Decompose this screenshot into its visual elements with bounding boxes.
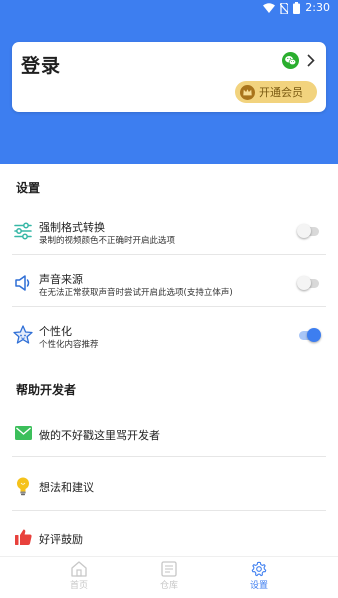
help-feedback-complaint-title: 做的不好戳这里骂开发者: [39, 429, 160, 442]
nav-settings[interactable]: 设置: [229, 561, 289, 591]
divider: [12, 254, 326, 255]
star-face-icon: [13, 325, 33, 344]
setting-personalization-subtitle: 个性化内容推荐: [39, 340, 99, 350]
setting-force-format-subtitle: 录制的视频颜色不正确时开启此选项: [39, 236, 176, 246]
battery-icon: [293, 2, 301, 14]
setting-force-format[interactable]: 强制格式转换 录制的视频颜色不正确时开启此选项: [0, 212, 338, 254]
divider: [12, 510, 326, 511]
sound-source-toggle[interactable]: [297, 276, 321, 290]
force-format-toggle[interactable]: [297, 224, 321, 238]
vip-button[interactable]: 开通会员: [235, 81, 317, 103]
setting-force-format-title: 强制格式转换: [39, 221, 105, 234]
bottom-nav: 首页 仓库 设置: [0, 556, 338, 598]
setting-sound-source-subtitle: 在无法正常获取声音时尝试开启此选项(支持立体声): [39, 288, 233, 298]
help-good-review[interactable]: 好评鼓励: [0, 524, 338, 554]
login-card[interactable]: 登录 开通会员: [12, 42, 326, 112]
setting-sound-source-title: 声音来源: [39, 273, 83, 286]
setting-personalization-title: 个性化: [39, 325, 72, 338]
no-sim-icon: [280, 2, 289, 14]
divider: [12, 456, 326, 457]
mail-icon: [15, 426, 32, 440]
nav-settings-label: 设置: [249, 581, 268, 591]
wifi-icon: [263, 3, 276, 13]
status-time: 2:30: [305, 1, 330, 14]
nav-warehouse-label: 仓库: [159, 581, 178, 591]
setting-sound-source[interactable]: 声音来源 在无法正常获取声音时尝试开启此选项(支持立体声): [0, 264, 338, 306]
home-icon: [71, 561, 87, 577]
help-suggestions[interactable]: 想法和建议: [0, 470, 338, 504]
status-bar: 2:30: [0, 0, 338, 16]
lightbulb-icon: [17, 477, 29, 496]
divider: [12, 306, 326, 307]
thumbs-up-icon: [15, 529, 32, 545]
vip-crown-icon: [240, 84, 255, 100]
vip-label: 开通会员: [259, 86, 303, 99]
chevron-right-icon[interactable]: [306, 54, 315, 67]
gear-icon: [251, 561, 267, 577]
wechat-icon[interactable]: [282, 52, 299, 69]
sliders-icon: [14, 222, 32, 240]
setting-personalization[interactable]: 个性化 个性化内容推荐: [0, 316, 338, 358]
settings-section-title: 设置: [16, 181, 41, 195]
help-feedback-complaint[interactable]: 做的不好戳这里骂开发者: [0, 418, 338, 452]
nav-home-label: 首页: [69, 581, 88, 591]
status-icons: 2:30: [263, 1, 330, 15]
help-section-title: 帮助开发者: [16, 383, 77, 397]
help-good-review-title: 好评鼓励: [39, 533, 83, 546]
nav-home[interactable]: 首页: [49, 561, 109, 591]
login-title[interactable]: 登录: [21, 51, 61, 78]
file-box-icon: [161, 561, 177, 577]
help-suggestions-title: 想法和建议: [39, 481, 94, 494]
speaker-icon: [15, 275, 30, 291]
nav-warehouse[interactable]: 仓库: [139, 561, 199, 591]
personalization-toggle[interactable]: [297, 328, 321, 342]
